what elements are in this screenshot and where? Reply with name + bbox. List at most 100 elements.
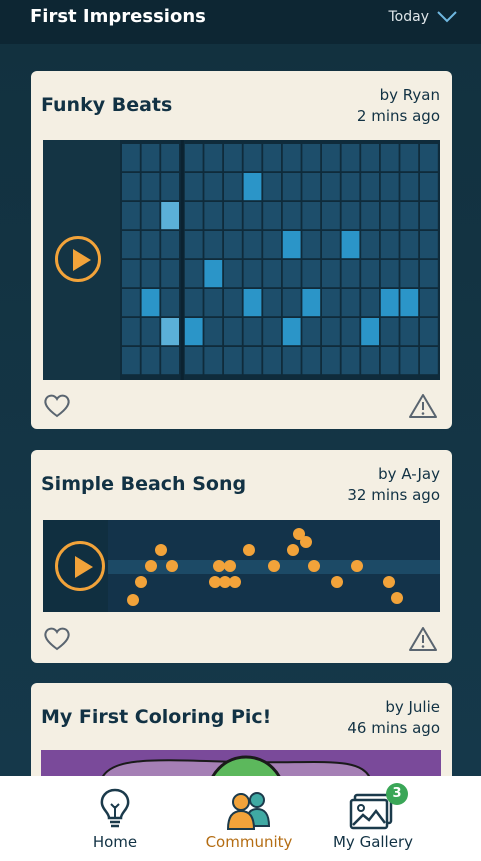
post-card[interactable]: My First Coloring Pic! by Julie 46 mins … <box>31 683 452 776</box>
grid-cell[interactable] <box>141 173 160 201</box>
grid-cell[interactable] <box>263 289 281 317</box>
grid-cell[interactable] <box>400 318 419 346</box>
grid-cell[interactable] <box>361 318 379 346</box>
melody-note[interactable] <box>331 576 343 588</box>
grid-cell[interactable] <box>141 347 160 375</box>
grid-cell[interactable] <box>322 202 340 230</box>
grid-cell[interactable] <box>341 173 360 201</box>
grid-cell[interactable] <box>420 289 438 317</box>
grid-cell[interactable] <box>161 202 179 230</box>
grid-cell[interactable] <box>361 144 379 172</box>
grid-cell[interactable] <box>282 260 301 288</box>
grid-cell[interactable] <box>282 202 301 230</box>
grid-cell[interactable] <box>420 231 438 259</box>
grid-cell[interactable] <box>243 144 262 172</box>
melody-note[interactable] <box>135 576 147 588</box>
grid-cell[interactable] <box>122 202 140 230</box>
grid-cell[interactable] <box>282 231 301 259</box>
grid-cell[interactable] <box>341 231 360 259</box>
grid-cell[interactable] <box>282 289 301 317</box>
grid-cell[interactable] <box>161 144 179 172</box>
grid-cell[interactable] <box>141 144 160 172</box>
grid-cell[interactable] <box>361 231 379 259</box>
grid-cell[interactable] <box>341 144 360 172</box>
grid-cell[interactable] <box>122 144 140 172</box>
grid-cell[interactable] <box>204 202 223 230</box>
grid-cell[interactable] <box>420 260 438 288</box>
grid-cell[interactable] <box>224 144 242 172</box>
melody-note[interactable] <box>383 576 395 588</box>
melody-note[interactable] <box>166 560 178 572</box>
grid-cell[interactable] <box>400 260 419 288</box>
melody-note[interactable] <box>351 560 363 572</box>
grid-cell[interactable] <box>302 289 321 317</box>
grid-cell[interactable] <box>380 260 399 288</box>
grid-cell[interactable] <box>204 289 223 317</box>
grid-cell[interactable] <box>302 318 321 346</box>
melody-note[interactable] <box>308 560 320 572</box>
grid-cell[interactable] <box>263 318 281 346</box>
grid-cell[interactable] <box>322 260 340 288</box>
grid-cell[interactable] <box>141 289 160 317</box>
grid-cell[interactable] <box>141 318 160 346</box>
melody-note[interactable] <box>268 560 280 572</box>
grid-cell[interactable] <box>322 144 340 172</box>
grid-cell[interactable] <box>341 202 360 230</box>
grid-cell[interactable] <box>224 202 242 230</box>
grid-cell[interactable] <box>122 318 140 346</box>
play-button[interactable] <box>55 541 105 591</box>
grid-cell[interactable] <box>282 347 301 375</box>
grid-cell[interactable] <box>263 173 281 201</box>
grid-cell[interactable] <box>322 318 340 346</box>
grid-cell[interactable] <box>204 231 223 259</box>
grid-cell[interactable] <box>302 347 321 375</box>
heart-icon[interactable] <box>43 626 71 652</box>
grid-cell[interactable] <box>302 202 321 230</box>
grid-cell[interactable] <box>282 144 301 172</box>
grid-cell[interactable] <box>204 173 223 201</box>
grid-cell[interactable] <box>122 347 140 375</box>
melody-note[interactable] <box>155 544 167 556</box>
melody-notes[interactable] <box>108 520 440 612</box>
grid-cell[interactable] <box>322 289 340 317</box>
grid-cell[interactable] <box>161 173 179 201</box>
grid-cell[interactable] <box>161 231 179 259</box>
grid-cell[interactable] <box>380 289 399 317</box>
beat-grid[interactable] <box>120 140 440 380</box>
grid-cell[interactable] <box>322 231 340 259</box>
grid-cell[interactable] <box>380 231 399 259</box>
grid-cell[interactable] <box>361 260 379 288</box>
grid-cell[interactable] <box>302 231 321 259</box>
grid-cell[interactable] <box>361 202 379 230</box>
grid-cell[interactable] <box>400 231 419 259</box>
grid-cell[interactable] <box>161 289 179 317</box>
grid-cell[interactable] <box>263 144 281 172</box>
grid-cell[interactable] <box>420 173 438 201</box>
grid-cell[interactable] <box>341 347 360 375</box>
grid-cell[interactable] <box>420 318 438 346</box>
grid-cell[interactable] <box>204 318 223 346</box>
grid-cell[interactable] <box>263 202 281 230</box>
grid-cell[interactable] <box>341 260 360 288</box>
grid-cell[interactable] <box>122 260 140 288</box>
grid-cell[interactable] <box>184 231 203 259</box>
grid-cell[interactable] <box>184 173 203 201</box>
grid-cell[interactable] <box>400 144 419 172</box>
grid-cell[interactable] <box>224 260 242 288</box>
melody-note[interactable] <box>224 560 236 572</box>
grid-cell[interactable] <box>243 231 262 259</box>
grid-cell[interactable] <box>141 231 160 259</box>
post-card[interactable]: Simple Beach Song by A-Jay 32 mins ago <box>31 450 452 663</box>
grid-cell[interactable] <box>184 260 203 288</box>
grid-cell[interactable] <box>361 289 379 317</box>
grid-cell[interactable] <box>243 289 262 317</box>
play-button[interactable] <box>55 236 101 282</box>
grid-cell[interactable] <box>141 260 160 288</box>
grid-cell[interactable] <box>420 202 438 230</box>
grid-cell[interactable] <box>361 347 379 375</box>
heart-icon[interactable] <box>43 393 71 419</box>
grid-cell[interactable] <box>204 144 223 172</box>
grid-cell[interactable] <box>322 173 340 201</box>
grid-cell[interactable] <box>161 347 179 375</box>
grid-cell[interactable] <box>224 347 242 375</box>
